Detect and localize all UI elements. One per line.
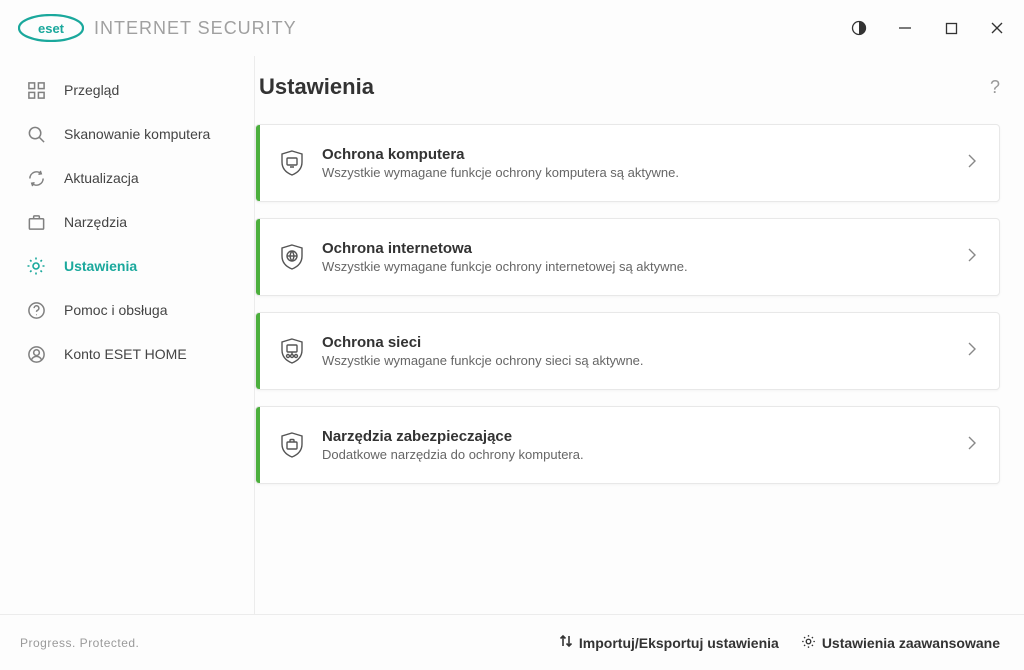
close-button[interactable] (988, 19, 1006, 37)
shield-briefcase-icon (262, 430, 322, 460)
body: Przegląd Skanowanie komputera Aktualizac… (0, 56, 1024, 614)
card-title: Ochrona sieci (322, 334, 967, 351)
page-header: Ustawienia ? (255, 74, 1000, 100)
shield-globe-icon (262, 242, 322, 272)
card-security-tools[interactable]: Narzędzia zabezpieczające Dodatkowe narz… (255, 406, 1000, 484)
title-bar: eset INTERNET SECURITY (0, 0, 1024, 56)
card-title: Ochrona internetowa (322, 240, 967, 257)
svg-text:eset: eset (38, 21, 65, 36)
sidebar-item-help[interactable]: Pomoc i obsługa (0, 288, 254, 332)
sidebar-item-label: Przegląd (64, 82, 119, 98)
sidebar-item-label: Aktualizacja (64, 170, 139, 186)
contrast-icon[interactable] (850, 19, 868, 37)
card-body: Ochrona sieci Wszystkie wymagane funkcje… (322, 334, 967, 368)
gear-icon (26, 256, 46, 276)
card-title: Ochrona komputera (322, 146, 967, 163)
card-subtitle: Wszystkie wymagane funkcje ochrony kompu… (322, 165, 967, 180)
card-subtitle: Wszystkie wymagane funkcje ochrony inter… (322, 259, 967, 274)
tagline: Progress. Protected. (20, 636, 139, 650)
card-internet-protection[interactable]: Ochrona internetowa Wszystkie wymagane f… (255, 218, 1000, 296)
shield-network-icon (262, 336, 322, 366)
product-name: INTERNET SECURITY (94, 18, 297, 39)
app-window: eset INTERNET SECURITY Przegląd Skanowan… (0, 0, 1024, 670)
sidebar-item-label: Pomoc i obsługa (64, 302, 168, 318)
main-panel: Ustawienia ? Ochrona komputera Wszystkie… (254, 56, 1024, 614)
refresh-icon (26, 168, 46, 188)
card-subtitle: Wszystkie wymagane funkcje ochrony sieci… (322, 353, 967, 368)
card-body: Ochrona internetowa Wszystkie wymagane f… (322, 240, 967, 274)
sidebar-item-account[interactable]: Konto ESET HOME (0, 332, 254, 376)
advanced-settings-button[interactable]: Ustawienia zaawansowane (801, 634, 1000, 652)
card-subtitle: Dodatkowe narzędzia do ochrony komputera… (322, 447, 967, 462)
chevron-right-icon (967, 247, 977, 268)
sidebar-item-overview[interactable]: Przegląd (0, 68, 254, 112)
advanced-settings-label: Ustawienia zaawansowane (822, 635, 1000, 651)
sidebar-item-tools[interactable]: Narzędzia (0, 200, 254, 244)
page-title: Ustawienia (259, 74, 374, 100)
card-body: Narzędzia zabezpieczające Dodatkowe narz… (322, 428, 967, 462)
sidebar: Przegląd Skanowanie komputera Aktualizac… (0, 56, 254, 614)
footer-actions: Importuj/Eksportuj ustawienia Ustawienia… (559, 634, 1000, 652)
search-icon (26, 124, 46, 144)
settings-cards: Ochrona komputera Wszystkie wymagane fun… (255, 124, 1000, 484)
brand: eset INTERNET SECURITY (18, 14, 297, 42)
page-help-icon[interactable]: ? (990, 77, 1000, 98)
sidebar-item-label: Konto ESET HOME (64, 346, 187, 362)
overview-icon (26, 80, 46, 100)
shield-monitor-icon (262, 148, 322, 178)
card-body: Ochrona komputera Wszystkie wymagane fun… (322, 146, 967, 180)
gear-icon (801, 634, 816, 652)
sidebar-item-label: Ustawienia (64, 258, 137, 274)
chevron-right-icon (967, 153, 977, 174)
import-export-icon (559, 634, 573, 651)
eset-logo: eset (18, 14, 84, 42)
minimize-button[interactable] (896, 19, 914, 37)
help-icon (26, 300, 46, 320)
briefcase-icon (26, 212, 46, 232)
sidebar-item-label: Skanowanie komputera (64, 126, 210, 142)
user-icon (26, 344, 46, 364)
import-export-button[interactable]: Importuj/Eksportuj ustawienia (559, 634, 779, 652)
chevron-right-icon (967, 341, 977, 362)
maximize-button[interactable] (942, 19, 960, 37)
sidebar-item-update[interactable]: Aktualizacja (0, 156, 254, 200)
window-controls (850, 19, 1006, 37)
import-export-label: Importuj/Eksportuj ustawienia (579, 635, 779, 651)
card-computer-protection[interactable]: Ochrona komputera Wszystkie wymagane fun… (255, 124, 1000, 202)
card-network-protection[interactable]: Ochrona sieci Wszystkie wymagane funkcje… (255, 312, 1000, 390)
sidebar-item-label: Narzędzia (64, 214, 127, 230)
footer: Progress. Protected. Importuj/Eksportuj … (0, 614, 1024, 670)
chevron-right-icon (967, 435, 977, 456)
sidebar-item-settings[interactable]: Ustawienia (0, 244, 254, 288)
sidebar-item-scan[interactable]: Skanowanie komputera (0, 112, 254, 156)
card-title: Narzędzia zabezpieczające (322, 428, 967, 445)
